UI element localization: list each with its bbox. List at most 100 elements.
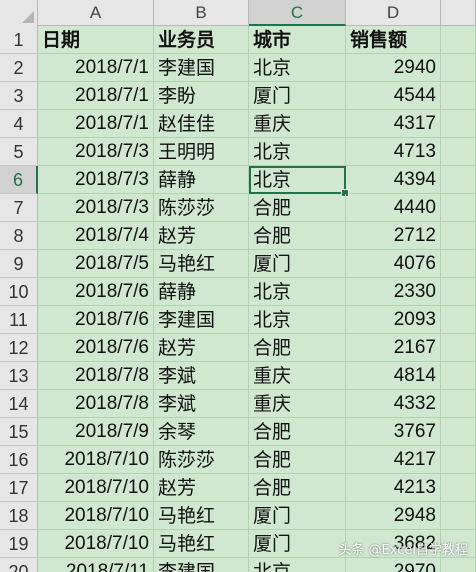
empty-cell[interactable] (441, 558, 476, 572)
salesperson-cell[interactable]: 马艳红 (154, 502, 249, 530)
city-cell[interactable]: 合肥 (249, 474, 346, 502)
header-cell-amount[interactable]: 销售额 (346, 26, 441, 54)
row-header[interactable]: 10 (0, 278, 38, 306)
date-cell[interactable]: 2018/7/4 (38, 222, 154, 250)
empty-cell[interactable] (441, 82, 476, 110)
row-header[interactable]: 20 (0, 558, 38, 572)
empty-cell[interactable] (441, 194, 476, 222)
date-cell[interactable]: 2018/7/1 (38, 110, 154, 138)
row-header[interactable]: 17 (0, 474, 38, 502)
salesperson-cell[interactable]: 陈莎莎 (154, 194, 249, 222)
date-cell[interactable]: 2018/7/3 (38, 194, 154, 222)
date-cell[interactable]: 2018/7/10 (38, 530, 154, 558)
amount-cell[interactable]: 2330 (346, 278, 441, 306)
date-cell[interactable]: 2018/7/10 (38, 446, 154, 474)
salesperson-cell[interactable]: 李建国 (154, 558, 249, 572)
city-cell[interactable]: 合肥 (249, 222, 346, 250)
empty-cell[interactable] (441, 110, 476, 138)
row-header[interactable]: 8 (0, 222, 38, 250)
row-header[interactable]: 19 (0, 530, 38, 558)
row-header[interactable]: 7 (0, 194, 38, 222)
amount-cell[interactable]: 2167 (346, 334, 441, 362)
amount-cell[interactable]: 4713 (346, 138, 441, 166)
amount-cell[interactable]: 2712 (346, 222, 441, 250)
date-cell[interactable]: 2018/7/9 (38, 418, 154, 446)
header-cell-salesperson[interactable]: 业务员 (154, 26, 249, 54)
city-cell[interactable]: 北京 (249, 278, 346, 306)
city-cell[interactable]: 厦门 (249, 82, 346, 110)
row-header[interactable]: 16 (0, 446, 38, 474)
empty-cell[interactable] (441, 418, 476, 446)
empty-cell[interactable] (441, 362, 476, 390)
row-header[interactable]: 15 (0, 418, 38, 446)
salesperson-cell[interactable]: 李建国 (154, 54, 249, 82)
column-header-d[interactable]: D (346, 0, 441, 26)
column-header-a[interactable]: A (38, 0, 154, 26)
salesperson-cell[interactable]: 薛静 (154, 166, 249, 194)
salesperson-cell[interactable]: 赵佳佳 (154, 110, 249, 138)
empty-cell[interactable] (441, 306, 476, 334)
date-cell[interactable]: 2018/7/10 (38, 502, 154, 530)
header-cell-date[interactable]: 日期 (38, 26, 154, 54)
row-header[interactable]: 3 (0, 82, 38, 110)
salesperson-cell[interactable]: 赵芳 (154, 222, 249, 250)
date-cell[interactable]: 2018/7/3 (38, 166, 154, 194)
amount-cell[interactable]: 2940 (346, 54, 441, 82)
city-cell[interactable]: 重庆 (249, 110, 346, 138)
amount-cell[interactable]: 4544 (346, 82, 441, 110)
amount-cell[interactable]: 4076 (346, 250, 441, 278)
city-cell[interactable]: 北京 (249, 138, 346, 166)
row-header[interactable]: 18 (0, 502, 38, 530)
date-cell[interactable]: 2018/7/8 (38, 390, 154, 418)
city-cell[interactable]: 重庆 (249, 362, 346, 390)
city-cell-selected[interactable]: 北京 (249, 166, 349, 197)
salesperson-cell[interactable]: 陈莎莎 (154, 446, 249, 474)
row-header[interactable]: 13 (0, 362, 38, 390)
row-header[interactable]: 1 (0, 26, 38, 54)
salesperson-cell[interactable]: 王明明 (154, 138, 249, 166)
city-cell[interactable]: 合肥 (249, 334, 346, 362)
date-cell[interactable]: 2018/7/10 (38, 474, 154, 502)
row-header[interactable]: 14 (0, 390, 38, 418)
row-header[interactable]: 9 (0, 250, 38, 278)
salesperson-cell[interactable]: 赵芳 (154, 474, 249, 502)
amount-cell[interactable]: 4317 (346, 110, 441, 138)
amount-cell[interactable]: 2093 (346, 306, 441, 334)
column-header-c[interactable]: C (249, 0, 346, 26)
row-header[interactable]: 2 (0, 54, 38, 82)
date-cell[interactable]: 2018/7/3 (38, 138, 154, 166)
city-cell[interactable]: 北京 (249, 558, 346, 572)
date-cell[interactable]: 2018/7/1 (38, 82, 154, 110)
column-header-b[interactable]: B (154, 0, 249, 26)
row-header[interactable]: 11 (0, 306, 38, 334)
empty-cell[interactable] (441, 278, 476, 306)
date-cell[interactable]: 2018/7/5 (38, 250, 154, 278)
amount-cell[interactable]: 4394 (346, 166, 441, 194)
salesperson-cell[interactable]: 马艳红 (154, 250, 249, 278)
salesperson-cell[interactable]: 马艳红 (154, 530, 249, 558)
salesperson-cell[interactable]: 李建国 (154, 306, 249, 334)
salesperson-cell[interactable]: 李斌 (154, 362, 249, 390)
amount-cell[interactable]: 4213 (346, 474, 441, 502)
amount-cell[interactable]: 4332 (346, 390, 441, 418)
empty-cell[interactable] (441, 250, 476, 278)
header-cell-city[interactable]: 城市 (249, 26, 346, 54)
row-header[interactable]: 4 (0, 110, 38, 138)
city-cell[interactable]: 厦门 (249, 502, 346, 530)
salesperson-cell[interactable]: 李斌 (154, 390, 249, 418)
row-header[interactable]: 5 (0, 138, 38, 166)
amount-cell[interactable]: 4217 (346, 446, 441, 474)
column-header-e[interactable] (441, 0, 476, 26)
salesperson-cell[interactable]: 余琴 (154, 418, 249, 446)
empty-cell[interactable] (441, 138, 476, 166)
empty-cell[interactable] (441, 166, 476, 194)
amount-cell[interactable]: 2970 (346, 558, 441, 572)
date-cell[interactable]: 2018/7/11 (38, 558, 154, 572)
date-cell[interactable]: 2018/7/6 (38, 278, 154, 306)
salesperson-cell[interactable]: 赵芳 (154, 334, 249, 362)
city-cell[interactable]: 厦门 (249, 530, 346, 558)
amount-cell[interactable]: 4440 (346, 194, 441, 222)
salesperson-cell[interactable]: 李盼 (154, 82, 249, 110)
city-cell[interactable]: 合肥 (249, 194, 346, 222)
amount-cell[interactable]: 2948 (346, 502, 441, 530)
